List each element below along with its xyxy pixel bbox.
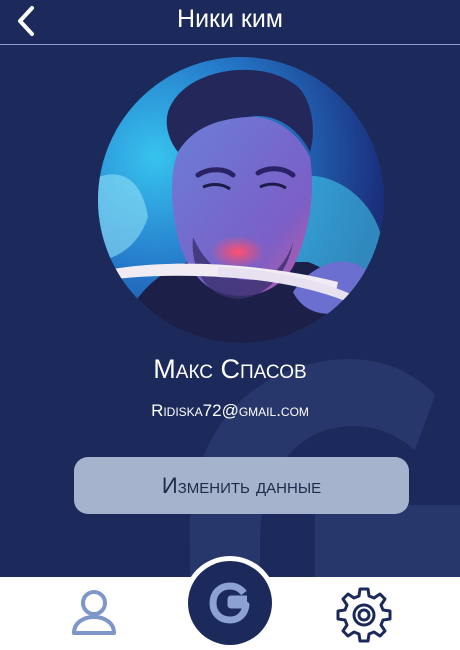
nav-home-ring: [183, 556, 277, 650]
profile-name: Макс Спасов: [153, 354, 307, 384]
g-logo-icon: [209, 582, 250, 624]
gear-icon: [336, 587, 392, 643]
user-icon: [72, 590, 116, 635]
nav-home-button[interactable]: [188, 561, 272, 645]
profile-avatar: [98, 57, 384, 343]
edit-profile-button[interactable]: Изменить данные: [74, 457, 409, 514]
nav-settings-button[interactable]: [334, 583, 394, 643]
top-bar: Ники ким: [0, 0, 460, 45]
page-title: Ники ким: [177, 5, 283, 33]
nav-profile-button[interactable]: [66, 585, 122, 641]
profile-email: Ridiska72@gmail.com: [151, 401, 309, 420]
